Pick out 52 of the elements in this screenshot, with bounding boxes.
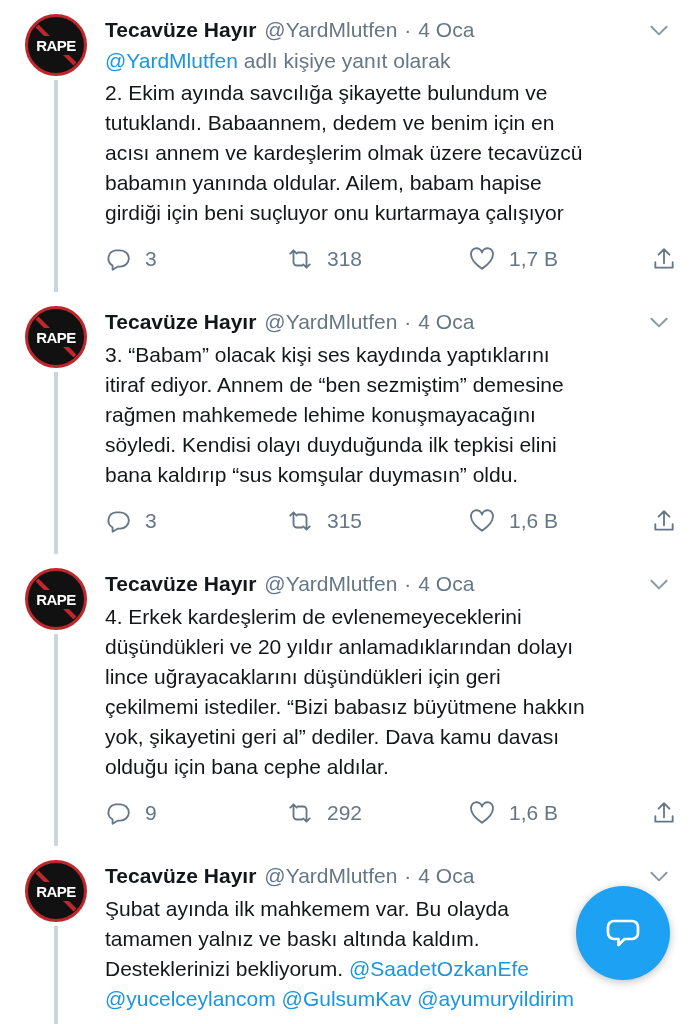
retweet-icon[interactable] <box>287 508 313 534</box>
tweet-date[interactable]: 4 Oca <box>418 864 475 888</box>
heart-icon[interactable] <box>469 800 495 826</box>
mention-link[interactable]: @GulsumKav <box>281 987 412 1010</box>
retweet-count: 315 <box>327 509 363 533</box>
retweet-count: 318 <box>327 247 363 271</box>
separator: · <box>404 310 412 334</box>
user-name[interactable]: Tecavüze Hayır <box>105 572 257 596</box>
tweet-text: 2. Ekim ayında savcılığa şikayette bulundum ve tutuklandı. Babaannem, dedem ve benim için en acısı annem ve kardeşlerim olmak üzere tecavüzcü babamın yanında oldular. Ailem, babam hapise girdiği için beni suçluyor onu kurtarmaya çalışıyor <box>105 80 583 226</box>
user-name[interactable]: Tecavüze Hayır <box>105 864 257 888</box>
separator: · <box>404 864 412 888</box>
user-handle[interactable]: @YardMlutfen <box>264 864 398 888</box>
avatar-logo: RAPE <box>25 860 87 922</box>
retweet-icon[interactable] <box>287 246 313 272</box>
speech-bubble-icon[interactable] <box>105 508 131 534</box>
heart-icon[interactable] <box>469 508 495 534</box>
mention-link[interactable]: @YardMlutfen <box>105 49 238 72</box>
reply-label: adlı kişiye yanıt olarak <box>243 49 451 72</box>
separator: · <box>404 18 412 42</box>
separator: · <box>404 572 412 596</box>
share-icon[interactable] <box>651 508 677 534</box>
mention-link[interactable]: @SaadetOzkanEfe <box>348 957 529 980</box>
reply-count: 9 <box>145 801 157 825</box>
retweet-count: 292 <box>327 801 363 825</box>
tweet-date[interactable]: 4 Oca <box>418 310 475 334</box>
tweet-text: Şubat ayında ilk mahkemem var. Bu olayda tamamen yalnız ve baskı altında kaldım. Desteklerinizi bekliyorum. @SaadetOzkanEfe @yucelceylancom @GulsumKav @ayumuryildirim <box>105 896 574 1012</box>
user-name[interactable]: Tecavüze Hayır <box>105 18 257 42</box>
user-handle[interactable]: @YardMlutfen <box>264 572 398 596</box>
like-count: 1,6 B <box>509 801 559 825</box>
like-count: 1,7 B <box>509 247 559 271</box>
reply-count: 3 <box>145 509 157 533</box>
share-icon[interactable] <box>651 800 677 826</box>
compose-button[interactable] <box>576 886 670 980</box>
speech-bubble-icon[interactable] <box>105 246 131 272</box>
avatar-logo: RAPE <box>25 306 87 368</box>
user-handle[interactable]: @YardMlutfen <box>264 18 398 42</box>
user-name[interactable]: Tecavüze Hayır <box>105 310 257 334</box>
user-handle[interactable]: @YardMlutfen <box>264 310 398 334</box>
tweet-date[interactable]: 4 Oca <box>418 18 475 42</box>
share-icon[interactable] <box>651 246 677 272</box>
tweet-text: 3. “Babam” olacak kişi ses kaydında yaptıklarını itiraf ediyor. Annem de “ben sezmiştim” demesine rağmen mahkemede lehime konuşmayacağını söyledi. Kendisi olayı duyduğunda ilk tepkisi elini bana kaldırıp “sus komşular duymasın” oldu. <box>105 342 564 488</box>
like-count: 1,6 B <box>509 509 559 533</box>
tweet-text: 4. Erkek kardeşlerim de evlenemeyeceklerini düşündükleri ve 20 yıldır anlamadıklarından dolayı lince uğrayacaklarını düşündükleri için geri çekilmemi istediler. “Bizi babasız büyütmene hakkın yok, şikayetini geri al” dediler. Dava kamu davası olduğu için bana cephe aldılar. <box>105 604 585 780</box>
speech-bubble-icon[interactable] <box>105 800 131 826</box>
mention-link[interactable]: @ayumuryildirim <box>417 987 574 1010</box>
reply-count: 3 <box>145 247 157 271</box>
retweet-icon[interactable] <box>287 800 313 826</box>
heart-icon[interactable] <box>469 246 495 272</box>
avatar-logo: RAPE <box>25 14 87 76</box>
mention-link[interactable]: @yucelceylancom <box>105 987 276 1010</box>
avatar-logo: RAPE <box>25 568 87 630</box>
tweet-date[interactable]: 4 Oca <box>418 572 475 596</box>
